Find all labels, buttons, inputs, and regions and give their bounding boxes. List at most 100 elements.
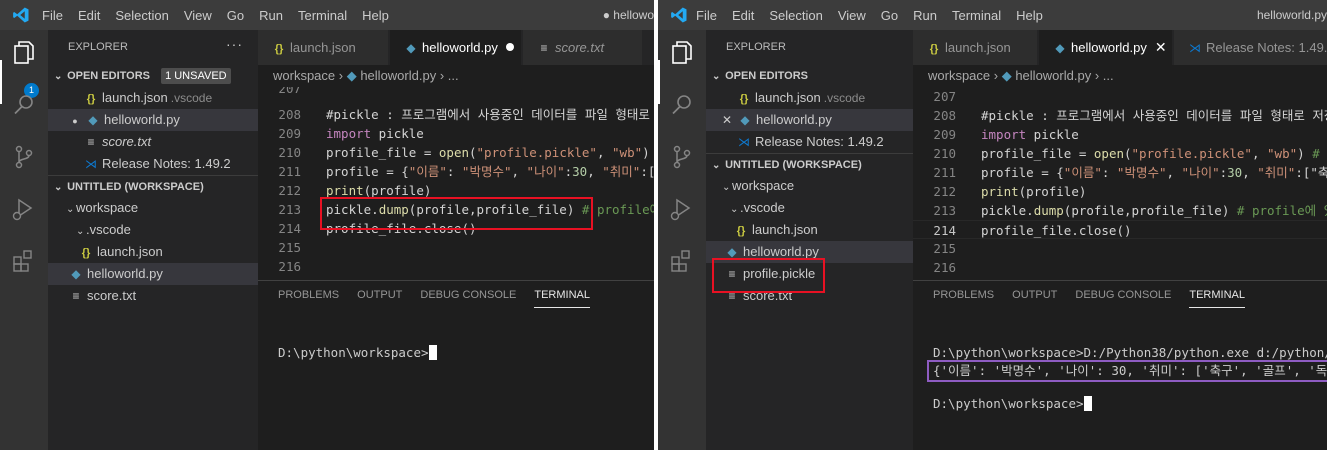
terminal-prompt[interactable]: D:\python\workspace>: [278, 344, 437, 362]
vscode-file-icon: ⋊: [738, 135, 750, 149]
unsaved-dot-icon: ●: [72, 116, 78, 126]
json-file-icon: {}: [81, 247, 91, 259]
terminal-prompt[interactable]: D:\python\workspace>: [933, 395, 1092, 413]
panel-tab-debug-console[interactable]: DEBUG CONSOLE: [420, 289, 516, 301]
breadcrumb-symbol[interactable]: ...: [1103, 68, 1114, 83]
tab-helloworld-py[interactable]: ◆ helloworld.py: [390, 30, 522, 65]
tab-helloworld-py[interactable]: ◆ helloworld.py ✕: [1039, 30, 1173, 65]
search-icon[interactable]: [9, 90, 39, 120]
python-file-icon: ◆: [88, 113, 98, 127]
open-editor-launch-json[interactable]: {} launch.json .vscode: [706, 87, 913, 109]
menu-edit[interactable]: Edit: [732, 8, 754, 23]
menu-edit[interactable]: Edit: [78, 8, 100, 23]
menu-terminal[interactable]: Terminal: [298, 8, 347, 23]
unsaved-dot-icon[interactable]: [505, 43, 514, 51]
chevron-down-icon: ⌄: [712, 71, 721, 82]
code-line: 211 profile = {"이름": "박명수", "나이":30, "취미"…: [913, 163, 1327, 182]
code-text: #pickle : 프로그램에서 사용중인 데이터를 파일 형태로 저장: [326, 107, 654, 122]
panel-tab-output[interactable]: OUTPUT: [1012, 289, 1057, 301]
json-file-icon: {}: [929, 43, 939, 55]
panel-tab-debug-console[interactable]: DEBUG CONSOLE: [1075, 289, 1171, 301]
code-text: #pickle : 프로그램에서 사용중인 데이터를 파일 형태로 저장: [981, 108, 1327, 123]
menu-selection[interactable]: Selection: [115, 8, 168, 23]
search-icon[interactable]: [667, 90, 697, 120]
open-editor-launch-json[interactable]: {} launch.json .vscode: [48, 87, 258, 109]
menu-help[interactable]: Help: [1016, 8, 1043, 23]
active-indicator: [658, 60, 660, 104]
explorer-icon[interactable]: [667, 38, 697, 68]
close-tab-icon[interactable]: ✕: [1155, 39, 1167, 55]
panel-tab-terminal[interactable]: TERMINAL: [1189, 289, 1245, 308]
code-editor[interactable]: 207 208 #pickle : 프로그램에서 사용중인 데이터를 파일 형태로…: [913, 87, 1327, 280]
menu-go[interactable]: Go: [227, 8, 244, 23]
tab-release-notes[interactable]: ⋊ Release Notes: 1.49.2: [1174, 30, 1327, 65]
tree-item-score-txt[interactable]: ≡ score.txt: [48, 285, 258, 307]
code-editor[interactable]: 207 208 #pickle : 프로그램에서 사용중인 데이터를 파일 형태로…: [258, 87, 654, 280]
tab-score-txt[interactable]: ≡ score.txt: [523, 30, 643, 65]
breadcrumb-folder[interactable]: workspace: [273, 68, 335, 83]
close-icon[interactable]: ✕: [720, 109, 734, 131]
line-number: 216: [278, 259, 301, 274]
extensions-icon[interactable]: [667, 246, 697, 276]
open-editor-release-notes[interactable]: ⋊ Release Notes: 1.49.2: [706, 131, 913, 153]
open-editors-label: OPEN EDITORS: [67, 70, 150, 82]
code-line: 216: [913, 258, 1327, 277]
breadcrumb-symbol[interactable]: ...: [448, 68, 459, 83]
breadcrumb-folder[interactable]: workspace: [928, 68, 990, 83]
unsaved-badge: 1 UNSAVED: [161, 68, 231, 84]
workspace-label: UNTITLED (WORKSPACE): [67, 181, 204, 193]
workspace-header[interactable]: ⌄ UNTITLED (WORKSPACE): [706, 153, 913, 175]
json-file-icon: {}: [274, 43, 284, 55]
breadcrumb-file[interactable]: helloworld.py: [360, 68, 436, 83]
run-debug-icon[interactable]: [9, 194, 39, 224]
menu-go[interactable]: Go: [881, 8, 898, 23]
tree-item-workspace[interactable]: ⌄ workspace: [48, 197, 258, 219]
panel-tab-terminal[interactable]: TERMINAL: [534, 289, 590, 308]
explorer-icon[interactable]: [9, 38, 39, 68]
tab-launch-json[interactable]: {} launch.json: [913, 30, 1038, 65]
menu-run[interactable]: Run: [913, 8, 937, 23]
menu-run[interactable]: Run: [259, 8, 283, 23]
text-file-icon: ≡: [540, 41, 548, 55]
python-file-icon: ◆: [71, 267, 81, 281]
line-number: 213: [933, 203, 956, 218]
extensions-icon[interactable]: [9, 246, 39, 276]
open-editors-header[interactable]: ⌄ OPEN EDITORS 1 UNSAVED: [48, 65, 258, 87]
panel-tab-output[interactable]: OUTPUT: [357, 289, 402, 301]
menu-file[interactable]: File: [696, 8, 717, 23]
menu-view[interactable]: View: [184, 8, 212, 23]
breadcrumb-file[interactable]: helloworld.py: [1015, 68, 1091, 83]
menu-file[interactable]: File: [42, 8, 63, 23]
more-actions-icon[interactable]: ···: [226, 36, 243, 52]
source-control-icon[interactable]: [9, 142, 39, 172]
run-debug-icon[interactable]: [667, 194, 697, 224]
open-editors-header[interactable]: ⌄ OPEN EDITORS: [706, 65, 913, 87]
menu-selection[interactable]: Selection: [769, 8, 822, 23]
tree-item-launch-json[interactable]: {} launch.json: [706, 219, 913, 241]
tab-launch-json[interactable]: {} launch.json: [258, 30, 389, 65]
json-file-icon: {}: [736, 225, 746, 237]
menu-help[interactable]: Help: [362, 8, 389, 23]
workspace-header[interactable]: ⌄ UNTITLED (WORKSPACE): [48, 175, 258, 197]
open-editor-helloworld-py[interactable]: ✕ ◆ helloworld.py: [706, 109, 913, 131]
panel-tab-problems[interactable]: PROBLEMS: [278, 289, 339, 301]
code-line: 216: [258, 257, 654, 276]
menu-terminal[interactable]: Terminal: [952, 8, 1001, 23]
tab-label: score.txt: [555, 40, 605, 55]
json-file-icon: {}: [86, 93, 96, 105]
panel-tab-problems[interactable]: PROBLEMS: [933, 289, 994, 301]
tree-item-vscode[interactable]: ⌄ .vscode: [48, 219, 258, 241]
tree-item-vscode[interactable]: ⌄ .vscode: [706, 197, 913, 219]
breadcrumb: workspace › ◆ helloworld.py › ...: [928, 68, 1114, 83]
open-editor-release-notes[interactable]: ⋊ Release Notes: 1.49.2: [48, 153, 258, 175]
tree-item-helloworld-py[interactable]: ◆ helloworld.py: [48, 263, 258, 285]
file-name: helloworld.py: [756, 112, 832, 127]
open-editor-score-txt[interactable]: ≡ score.txt: [48, 131, 258, 153]
open-editor-helloworld-py[interactable]: ● ◆ helloworld.py: [48, 109, 258, 131]
tree-item-launch-json[interactable]: {} launch.json: [48, 241, 258, 263]
menu-view[interactable]: View: [838, 8, 866, 23]
folder-name: workspace: [732, 178, 795, 193]
python-file-icon: ◆: [346, 68, 357, 83]
tree-item-workspace[interactable]: ⌄ workspace: [706, 175, 913, 197]
source-control-icon[interactable]: [667, 142, 697, 172]
